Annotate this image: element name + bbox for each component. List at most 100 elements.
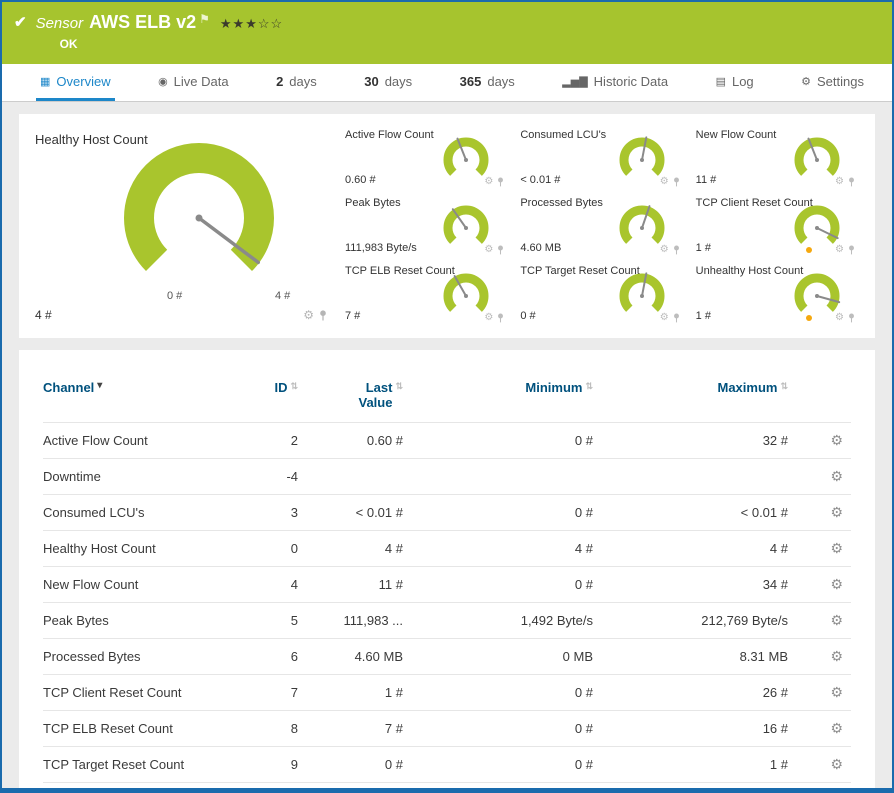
channel-row: TCP ELB Reset Count 8 7 # 0 # 16 # ⚙ bbox=[43, 711, 851, 747]
gauge-settings-icon[interactable]: ⚙ bbox=[660, 312, 669, 323]
channel-name: Peak Bytes bbox=[43, 603, 238, 639]
channel-id: 7 bbox=[238, 675, 298, 711]
small-gauge-consumed-lcu-s[interactable]: Consumed LCU's < 0.01 # ⚙ bbox=[512, 124, 687, 192]
tab-365-days[interactable]: 365 days bbox=[456, 64, 519, 101]
small-gauge-tcp-target-reset-count[interactable]: TCP Target Reset Count 0 # ⚙ bbox=[512, 260, 687, 328]
col-header-id[interactable]: ID⇅ bbox=[238, 376, 298, 423]
header-text: Sensor AWS ELB v2 ⚑ ★★★☆☆ OK bbox=[36, 12, 284, 64]
gauge-actions: ⚙ bbox=[835, 176, 855, 187]
channel-row: Unhealthy Host Count 1 1 # 1 # 1 # ⚙ bbox=[43, 783, 851, 789]
gauge-pin-icon[interactable] bbox=[673, 313, 680, 323]
tab-bar: ▦ Overview ◉ Live Data 2 days 30 days 36… bbox=[2, 64, 892, 102]
tab-30-days[interactable]: 30 days bbox=[360, 64, 416, 101]
col-header-minimum[interactable]: Minimum⇅ bbox=[403, 376, 593, 423]
channels-panel: Channel▾ ID⇅ Last Value⇅ Minimum⇅ Maximu… bbox=[19, 350, 875, 788]
channel-settings-icon[interactable]: ⚙ bbox=[830, 648, 843, 664]
tab-icon: ◉ bbox=[158, 75, 168, 88]
col-header-maximum[interactable]: Maximum⇅ bbox=[593, 376, 788, 423]
gauge-pin-icon[interactable] bbox=[497, 245, 504, 255]
channel-id: 4 bbox=[238, 567, 298, 603]
gauge-scale-min: 0 # bbox=[167, 290, 182, 302]
tab-icon: ▦ bbox=[40, 75, 50, 88]
table-header-row: Channel▾ ID⇅ Last Value⇅ Minimum⇅ Maximu… bbox=[43, 376, 851, 423]
tab-label: Overview bbox=[56, 74, 110, 89]
channel-minimum bbox=[403, 459, 593, 495]
channel-id: 6 bbox=[238, 639, 298, 675]
gauge-settings-icon[interactable]: ⚙ bbox=[835, 244, 844, 255]
gauge-actions: ⚙ bbox=[484, 244, 504, 255]
channel-last-value: 0.60 # bbox=[298, 423, 403, 459]
channel-maximum: < 0.01 # bbox=[593, 495, 788, 531]
channel-settings-icon[interactable]: ⚙ bbox=[830, 468, 843, 484]
tab-live-data[interactable]: ◉ Live Data bbox=[154, 64, 233, 101]
gauge-settings-icon[interactable]: ⚙ bbox=[835, 176, 844, 187]
gauge-settings-icon[interactable]: ⚙ bbox=[660, 176, 669, 187]
channel-name: Downtime bbox=[43, 459, 238, 495]
channel-name: Processed Bytes bbox=[43, 639, 238, 675]
channel-last-value: 1 # bbox=[298, 675, 403, 711]
channel-settings-icon[interactable]: ⚙ bbox=[830, 576, 843, 592]
channel-row: TCP Client Reset Count 7 1 # 0 # 26 # ⚙ bbox=[43, 675, 851, 711]
gauge-pin-icon[interactable] bbox=[319, 310, 327, 321]
small-gauge-processed-bytes[interactable]: Processed Bytes 4.60 MB ⚙ bbox=[512, 192, 687, 260]
gauge-pin-icon[interactable] bbox=[497, 177, 504, 187]
small-gauge-tcp-elb-reset-count[interactable]: TCP ELB Reset Count 7 # ⚙ bbox=[337, 260, 512, 328]
small-gauge-peak-bytes[interactable]: Peak Bytes 111,983 Byte/s ⚙ bbox=[337, 192, 512, 260]
tab-overview[interactable]: ▦ Overview bbox=[36, 64, 115, 101]
channel-settings-icon[interactable]: ⚙ bbox=[830, 756, 843, 772]
channel-settings-icon[interactable]: ⚙ bbox=[830, 504, 843, 520]
channel-settings-icon[interactable]: ⚙ bbox=[830, 540, 843, 556]
small-gauge-unhealthy-host-count[interactable]: Unhealthy Host Count 1 # ⚙ bbox=[688, 260, 863, 328]
primary-gauge-healthy-host-count[interactable]: Healthy Host Count 0 # 4 # 4 # ⚙ bbox=[31, 124, 331, 328]
stars-empty: ☆☆ bbox=[258, 16, 283, 31]
channel-minimum: 4 # bbox=[403, 531, 593, 567]
status-check-icon: ✔ bbox=[14, 13, 27, 64]
channel-last-value: < 0.01 # bbox=[298, 495, 403, 531]
col-header-last-value[interactable]: Last Value⇅ bbox=[298, 376, 403, 423]
small-gauge-tcp-client-reset-count[interactable]: TCP Client Reset Count 1 # ⚙ bbox=[688, 192, 863, 260]
channel-settings-icon[interactable]: ⚙ bbox=[830, 612, 843, 628]
channel-maximum: 16 # bbox=[593, 711, 788, 747]
title-line: Sensor AWS ELB v2 ⚑ ★★★☆☆ bbox=[36, 12, 284, 33]
gauge-pin-icon[interactable] bbox=[673, 245, 680, 255]
channel-minimum: 0 # bbox=[403, 567, 593, 603]
gauge-actions: ⚙ bbox=[660, 244, 680, 255]
small-gauge-new-flow-count[interactable]: New Flow Count 11 # ⚙ bbox=[688, 124, 863, 192]
gauge-scale-max: 4 # bbox=[275, 290, 290, 302]
col-header-actions bbox=[788, 376, 851, 423]
channel-maximum: 32 # bbox=[593, 423, 788, 459]
gauge-pin-icon[interactable] bbox=[497, 313, 504, 323]
gauge-settings-icon[interactable]: ⚙ bbox=[484, 176, 493, 187]
small-gauge-active-flow-count[interactable]: Active Flow Count 0.60 # ⚙ bbox=[337, 124, 512, 192]
channel-id: 9 bbox=[238, 747, 298, 783]
small-gauges-grid: Active Flow Count 0.60 # ⚙ Consumed LCU'… bbox=[331, 124, 863, 328]
col-header-channel[interactable]: Channel▾ bbox=[43, 376, 238, 423]
channel-settings-icon[interactable]: ⚙ bbox=[830, 720, 843, 736]
channel-name: TCP Client Reset Count bbox=[43, 675, 238, 711]
channel-minimum: 0 # bbox=[403, 495, 593, 531]
gauge-settings-icon[interactable]: ⚙ bbox=[303, 308, 314, 322]
gauge-settings-icon[interactable]: ⚙ bbox=[484, 244, 493, 255]
tab-2-days[interactable]: 2 days bbox=[272, 64, 321, 101]
gauge-title: Processed Bytes bbox=[520, 197, 603, 209]
channels-table: Channel▾ ID⇅ Last Value⇅ Minimum⇅ Maximu… bbox=[43, 376, 851, 788]
channel-minimum: 0 # bbox=[403, 711, 593, 747]
tab-icon: ▤ bbox=[716, 75, 726, 88]
gauge-pin-icon[interactable] bbox=[848, 177, 855, 187]
gauge-settings-icon[interactable]: ⚙ bbox=[660, 244, 669, 255]
tab-settings[interactable]: ⚙ Settings bbox=[797, 64, 868, 101]
gauge-pin-icon[interactable] bbox=[848, 245, 855, 255]
tab-log[interactable]: ▤ Log bbox=[712, 64, 758, 101]
tab-historic-data[interactable]: ▂▅▇ Historic Data bbox=[558, 64, 672, 101]
gauge-settings-icon[interactable]: ⚙ bbox=[835, 312, 844, 323]
gauge-value: 4.60 MB bbox=[520, 242, 561, 254]
gauge-actions: ⚙ bbox=[660, 176, 680, 187]
gauge-value: 111,983 Byte/s bbox=[345, 242, 417, 254]
gauge-settings-icon[interactable]: ⚙ bbox=[484, 312, 493, 323]
col-header-channel-label: Channel bbox=[43, 380, 94, 395]
gauge-pin-icon[interactable] bbox=[848, 313, 855, 323]
channel-settings-icon[interactable]: ⚙ bbox=[830, 432, 843, 448]
gauge-pin-icon[interactable] bbox=[673, 177, 680, 187]
channel-settings-icon[interactable]: ⚙ bbox=[830, 684, 843, 700]
priority-stars[interactable]: ★★★☆☆ bbox=[220, 16, 283, 32]
